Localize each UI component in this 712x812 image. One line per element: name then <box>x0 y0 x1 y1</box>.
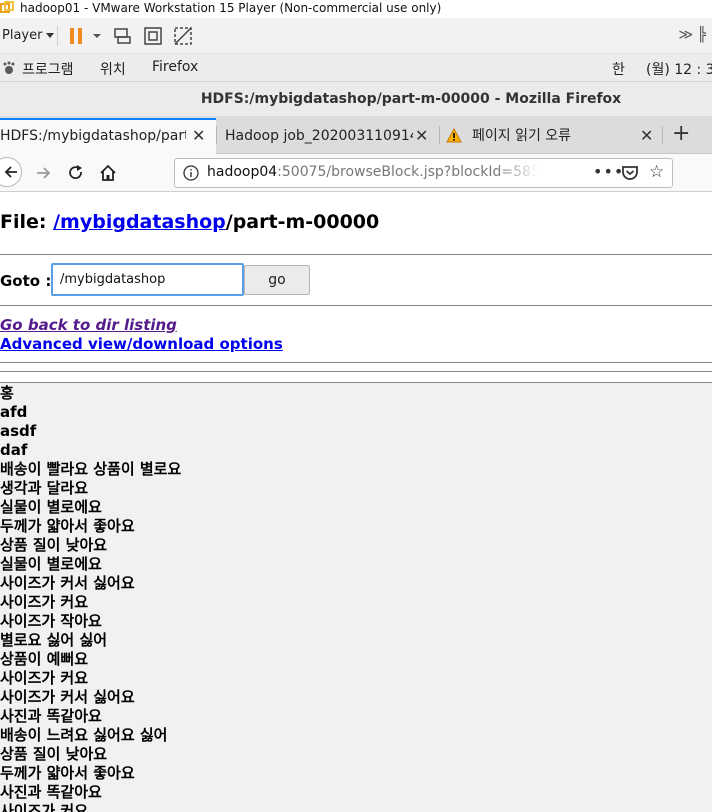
send-ctrl-alt-del-icon[interactable] <box>112 26 134 46</box>
file-prefix: File: <box>0 211 54 233</box>
home-icon[interactable] <box>98 163 118 183</box>
tab-hdfs-file[interactable]: HDFS:/mybigdatashop/part-m-00000 ✕ <box>0 118 216 154</box>
pause-dropdown-icon[interactable] <box>90 26 104 46</box>
clock[interactable]: (월) 12 : 3 <box>646 59 712 79</box>
content-line: 실물이 별로에요 <box>0 498 102 516</box>
content-line: 사이즈가 커요 <box>0 593 89 611</box>
gnome-top-bar: 프로그램 위치 Firefox 한 (월) 12 : 3 <box>0 54 712 82</box>
content-line: 상품 질이 낮아요 <box>0 745 108 763</box>
url-bar[interactable]: hadoop04:50075/browseBlock.jsp?blockId=5… <box>174 158 673 188</box>
content-line: 실물이 별로에요 <box>0 555 102 573</box>
forward-arrow-icon[interactable] <box>34 163 54 183</box>
gnome-foot-icon <box>3 61 15 74</box>
close-icon[interactable]: ✕ <box>415 118 428 154</box>
tab-page-load-error[interactable]: 페이지 읽기 오류 ✕ <box>440 118 662 154</box>
content-line: 홍 <box>0 384 14 402</box>
divider <box>0 362 712 363</box>
content-line: 사이즈가 작아요 <box>0 612 102 630</box>
back-button[interactable] <box>0 157 22 187</box>
tab-hadoop-job[interactable]: Hadoop job_202003110914... ✕ <box>217 118 439 154</box>
reload-icon[interactable] <box>66 163 86 183</box>
fullscreen-icon[interactable] <box>142 26 164 46</box>
player-menu-label: Player <box>2 28 43 43</box>
unity-mode-icon[interactable] <box>172 26 194 46</box>
content-line: 배송이 느려요 싫어요 싫어 <box>0 726 168 744</box>
player-menu-button[interactable]: Player <box>2 28 55 43</box>
content-line: 배송이 빨라요 상품이 별로요 <box>0 460 182 478</box>
file-contents: 홍 afd asdf daf 배송이 빨라요 상품이 별로요 생각과 달라요 실물이 별로에… <box>0 383 712 812</box>
content-line: 상품 질이 낮아요 <box>0 536 108 554</box>
dir-link[interactable]: /mybigdatashop <box>53 211 226 233</box>
pause-icon[interactable] <box>66 26 88 46</box>
content-line: 별로요 싫어 싫어 <box>0 631 108 649</box>
new-tab-plus-icon[interactable]: + <box>672 120 690 148</box>
divider <box>0 305 712 306</box>
page-content: File: /mybigdatashop/part-m-00000 Goto :… <box>0 193 712 812</box>
content-line: asdf <box>0 422 37 440</box>
close-icon[interactable]: ✕ <box>640 118 653 154</box>
input-method-indicator[interactable]: 한 <box>612 59 625 79</box>
content-line: afd <box>0 403 28 421</box>
vmware-toolbar: Player ≫ ╠ <box>0 18 712 54</box>
content-line: 사이즈가 커서 싫어요 <box>0 574 135 592</box>
page-actions-ellipsis-icon[interactable]: ••• <box>593 162 624 181</box>
content-line: 두께가 얇아서 좋아요 <box>0 517 135 535</box>
tab-strip: HDFS:/mybigdatashop/part-m-00000 ✕ Hadoo… <box>0 116 712 154</box>
advanced-view-link[interactable]: Advanced view/download options <box>0 335 283 353</box>
places-menu[interactable]: 위치 <box>100 59 126 79</box>
navigation-toolbar: hadoop04:50075/browseBlock.jsp?blockId=5… <box>0 154 712 192</box>
vmware-title-bar: hadoop01 - VMware Workstation 15 Player … <box>0 0 712 18</box>
tab-label: 페이지 읽기 오류 <box>472 128 572 144</box>
content-line: 사진과 똑같아요 <box>0 783 102 801</box>
info-icon[interactable] <box>183 165 199 181</box>
back-to-dir-listing-link[interactable]: Go back to dir listing <box>0 316 177 334</box>
content-line: 상품이 예뻐요 <box>0 650 89 668</box>
content-line: 사이즈가 커요 <box>0 669 89 687</box>
vmware-window-title: hadoop01 - VMware Workstation 15 Player … <box>20 1 442 15</box>
pocket-icon[interactable] <box>621 165 639 181</box>
content-line: 사이즈가 커서 싫어요 <box>0 688 135 706</box>
arrow-left-icon <box>4 166 17 178</box>
content-line: 사진과 똑같아요 <box>0 707 102 725</box>
url-host: hadoop04 <box>207 164 278 180</box>
bookmark-star-icon[interactable]: ☆ <box>649 162 664 182</box>
divider <box>0 371 712 372</box>
content-line: 사이즈가 커요 <box>0 802 89 812</box>
go-button[interactable]: go <box>244 265 310 295</box>
goto-input[interactable] <box>51 263 244 296</box>
content-line: daf <box>0 441 28 459</box>
vmware-logo-icon <box>0 1 14 13</box>
tab-divider <box>662 126 663 144</box>
divider <box>0 254 712 255</box>
toolbar-divider <box>57 26 58 46</box>
close-icon[interactable]: ✕ <box>192 120 205 152</box>
url-fade <box>495 161 539 185</box>
file-suffix: /part-m-00000 <box>225 211 380 233</box>
goto-label: Goto : <box>0 272 52 290</box>
firefox-window-title: HDFS:/mybigdatashop/part-m-00000 - Mozil… <box>0 82 712 116</box>
warning-icon <box>446 128 462 143</box>
tab-label: HDFS:/mybigdatashop/part-m-00000 <box>0 128 186 144</box>
tab-label: Hadoop job_202003110914... <box>225 128 413 144</box>
content-line: 생각과 달라요 <box>0 479 89 497</box>
file-heading: File: /mybigdatashop/part-m-00000 <box>0 211 379 233</box>
url-text[interactable]: hadoop04:50075/browseBlock.jsp?blockId=5… <box>207 164 537 184</box>
applications-menu[interactable]: 프로그램 <box>22 59 74 79</box>
chevron-down-icon <box>46 33 55 38</box>
firefox-app-menu[interactable]: Firefox <box>152 59 198 75</box>
content-line: 두께가 얇아서 좋아요 <box>0 764 135 782</box>
chevron-double-right-icon[interactable]: ≫ ╠ <box>678 27 706 43</box>
